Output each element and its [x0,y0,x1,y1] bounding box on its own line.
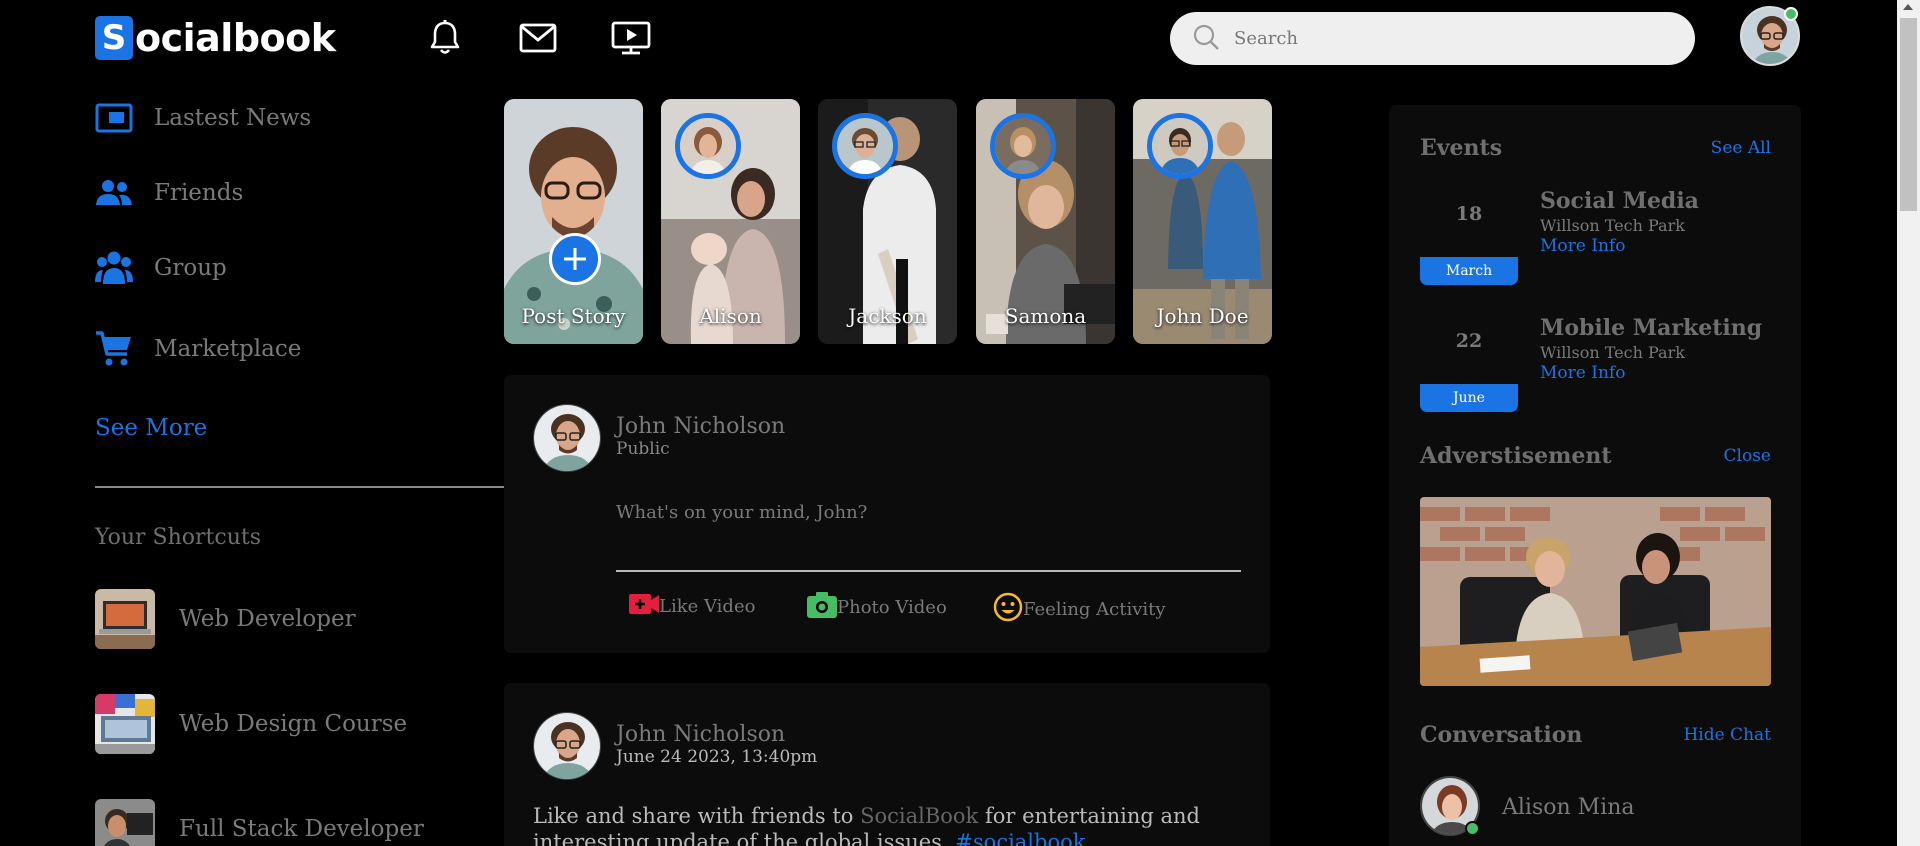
contact-online-indicator [1465,821,1480,836]
smile-icon [993,592,1023,627]
event-month: March [1420,257,1518,285]
advertisement-image[interactable] [1420,497,1771,686]
post-text: Like and share with friends to [533,804,861,828]
story-card-jackson[interactable]: Jackson [818,99,957,344]
event-title: Mobile Marketing [1540,315,1763,341]
news-icon [95,99,133,137]
events-heading: Events [1420,135,1503,161]
story-card-samona[interactable]: Samona [976,99,1115,344]
post-composer: John Nicholson Public What's on your min… [504,375,1270,653]
event-place: Willson Tech Park [1540,216,1685,235]
live-video-icon [629,592,659,621]
shortcut-thumbnail [95,799,155,846]
composer-divider [616,570,1241,572]
sidebar-item-marketplace[interactable]: Marketplace [95,330,301,368]
story-label: John Doe [1156,304,1249,328]
sidebar-item-latest-news[interactable]: Lastest News [95,99,311,137]
sidebar-item-label: Marketplace [154,336,302,362]
event-day: 22 [1455,330,1483,352]
shortcut-full-stack-developer[interactable]: Full Stack Developer [95,799,424,846]
camera-icon [807,592,837,623]
close-advertisement-link[interactable]: Close [1724,446,1771,466]
shortcut-web-design-course[interactable]: Web Design Course [95,694,407,754]
shortcut-label: Full Stack Developer [179,816,424,842]
post-body: Like and share with friends to SocialBoo… [533,803,1233,846]
story-label: Jackson [848,304,927,328]
shortcut-thumbnail [95,589,155,649]
advertisement-heading: Adverstisement [1420,443,1612,469]
post-card: John Nicholson June 24 2023, 13:40pm Lik… [504,683,1270,846]
sidebar-item-label: Group [154,255,227,281]
friends-icon [95,174,133,212]
composer-visibility[interactable]: Public [616,439,670,459]
event-title: Social Media [1540,188,1699,214]
story-label: Alison [699,304,762,328]
see-more-link[interactable]: See More [95,415,207,441]
logo-text: ocialbook [135,16,336,60]
logo[interactable]: S ocialbook [95,16,336,60]
action-label: Like Video [659,596,756,617]
search-bar[interactable] [1170,12,1695,65]
post-date: June 24 2023, 13:40pm [616,747,818,767]
conversation-heading: Conversation [1420,722,1583,748]
story-avatar [1147,113,1213,179]
post-author-avatar[interactable] [533,712,601,780]
group-icon [95,249,133,287]
contact-name[interactable]: Alison Mina [1502,795,1635,820]
story-avatar [990,113,1056,179]
story-card-alison[interactable]: Alison [661,99,800,344]
story-label: Post Story [521,304,626,328]
scroll-up-arrow-icon[interactable] [1903,4,1913,10]
sidebar-divider [95,486,505,488]
event-date: 22 June [1420,310,1518,412]
sidebar-item-label: Lastest News [154,105,312,131]
online-status-indicator [1784,7,1798,21]
story-card-post[interactable]: Post Story [504,99,643,344]
shortcut-web-developer[interactable]: Web Developer [95,589,356,649]
event-month: June [1420,384,1518,412]
search-input[interactable] [1234,28,1654,49]
shortcut-label: Web Developer [179,606,356,632]
story-avatar [832,113,898,179]
video-icon[interactable] [611,18,651,58]
live-video-button[interactable]: Like Video [629,592,755,621]
sidebar-item-group[interactable]: Group [95,249,227,287]
composer-avatar[interactable] [533,404,601,472]
composer-input[interactable]: What's on your mind, John? [616,502,867,523]
bell-icon[interactable] [425,18,465,58]
right-sidebar: Events See All 18 March Social Media Wil… [1389,105,1801,846]
action-label: Photo Video [837,597,947,618]
composer-user-name[interactable]: John Nicholson [616,414,785,439]
story-label: Samona [1004,304,1087,328]
event-more-info-link[interactable]: More Info [1540,363,1625,383]
event-more-info-link[interactable]: More Info [1540,236,1625,256]
scrollbar-thumb[interactable] [1900,18,1917,211]
see-all-events-link[interactable]: See All [1711,138,1771,158]
shortcuts-heading: Your Shortcuts [95,525,261,550]
post-brand-link[interactable]: SocialBook [860,804,978,828]
post-hashtag[interactable]: #socialbook [955,830,1085,846]
shortcut-label: Web Design Course [179,711,408,737]
photo-video-button[interactable]: Photo Video [807,592,947,623]
hide-chat-link[interactable]: Hide Chat [1683,725,1771,745]
add-story-icon[interactable] [549,233,601,285]
logo-mark: S [95,16,133,60]
feeling-activity-button[interactable]: Feeling Activity [993,592,1166,627]
sidebar-item-label: Friends [154,180,244,206]
shortcut-thumbnail [95,694,155,754]
search-icon [1192,23,1220,55]
cart-icon [95,330,133,368]
event-day: 18 [1455,203,1483,225]
event-place: Willson Tech Park [1540,343,1685,362]
action-label: Feeling Activity [1023,599,1166,620]
mail-icon[interactable] [518,18,558,58]
story-avatar [675,113,741,179]
event-date: 18 March [1420,183,1518,285]
top-navbar: S ocialbook [0,0,1920,78]
post-author-name[interactable]: John Nicholson [616,722,785,747]
story-card-john-doe[interactable]: John Doe [1133,99,1272,344]
sidebar-item-friends[interactable]: Friends [95,174,243,212]
